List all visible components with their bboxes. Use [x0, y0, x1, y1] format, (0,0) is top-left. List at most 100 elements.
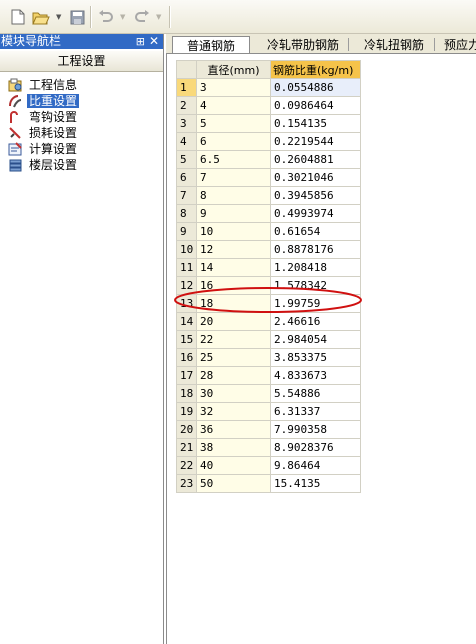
chevron-down-icon[interactable]: ▼ [156, 13, 161, 21]
table-row[interactable]: 17 28 4.833673 [176, 366, 361, 385]
diameter-cell[interactable]: 36 [196, 420, 271, 439]
diameter-cell[interactable]: 10 [196, 222, 271, 241]
diameter-cell[interactable]: 22 [196, 330, 271, 349]
weight-cell[interactable]: 0.3021046 [270, 168, 361, 187]
redo-icon[interactable] [133, 8, 151, 26]
weight-cell[interactable]: 8.9028376 [270, 438, 361, 457]
row-number-cell: 9 [176, 222, 197, 241]
weight-cell[interactable]: 0.2604881 [270, 150, 361, 169]
table-row[interactable]: 6 7 0.3021046 [176, 168, 361, 187]
diameter-cell[interactable]: 14 [196, 258, 271, 277]
diameter-column-header[interactable]: 直径(mm) [196, 60, 271, 79]
diameter-cell[interactable]: 8 [196, 186, 271, 205]
table-row[interactable]: 13 18 1.99759 [176, 294, 361, 313]
open-folder-icon[interactable] [32, 8, 50, 26]
weight-cell[interactable]: 2.984054 [270, 330, 361, 349]
weight-cell[interactable]: 1.578342 [270, 276, 361, 295]
table-row[interactable]: 21 38 8.9028376 [176, 438, 361, 457]
table-row[interactable]: 18 30 5.54886 [176, 384, 361, 403]
diameter-cell[interactable]: 20 [196, 312, 271, 331]
table-row[interactable]: 11 14 1.208418 [176, 258, 361, 277]
nav-item-hook-setting[interactable]: 弯钩设置 [0, 109, 163, 125]
diameter-cell[interactable]: 28 [196, 366, 271, 385]
nav-item-weight-setting[interactable]: 比重设置 [0, 93, 163, 109]
row-number-cell: 20 [176, 420, 197, 439]
diameter-cell[interactable]: 5 [196, 114, 271, 133]
nav-item-loss-setting[interactable]: 损耗设置 [0, 125, 163, 141]
row-number-cell: 1 [176, 78, 197, 97]
weight-cell[interactable]: 1.99759 [270, 294, 361, 313]
weight-cell[interactable]: 0.2219544 [270, 132, 361, 151]
weight-cell[interactable]: 1.208418 [270, 258, 361, 277]
weight-cell[interactable]: 0.3945856 [270, 186, 361, 205]
diameter-cell[interactable]: 18 [196, 294, 271, 313]
undo-icon[interactable] [97, 8, 115, 26]
table-row[interactable]: 23 50 15.4135 [176, 474, 361, 493]
rebar-weight-panel: 直径(mm) 钢筋比重(kg/m) 1 3 0.0554886 2 4 0.0986464… [166, 54, 476, 644]
floor-setting-icon [8, 158, 23, 172]
new-file-icon[interactable] [9, 8, 27, 26]
nav-item-calc-setting[interactable]: 计算设置 [0, 141, 163, 157]
weight-cell[interactable]: 6.31337 [270, 402, 361, 421]
table-row[interactable]: 10 12 0.8878176 [176, 240, 361, 259]
diameter-cell[interactable]: 7 [196, 168, 271, 187]
diameter-cell[interactable]: 16 [196, 276, 271, 295]
save-icon[interactable] [68, 8, 86, 26]
weight-cell[interactable]: 5.54886 [270, 384, 361, 403]
weight-column-header[interactable]: 钢筋比重(kg/m) [270, 60, 361, 79]
tab-cold-rolled-twisted[interactable]: 冷轧扭钢筋 [354, 36, 434, 53]
table-row[interactable]: 15 22 2.984054 [176, 330, 361, 349]
table-row[interactable]: 19 32 6.31337 [176, 402, 361, 421]
diameter-cell[interactable]: 38 [196, 438, 271, 457]
diameter-cell[interactable]: 30 [196, 384, 271, 403]
weight-cell[interactable]: 7.990358 [270, 420, 361, 439]
table-row[interactable]: 2 4 0.0986464 [176, 96, 361, 115]
table-row[interactable]: 8 9 0.4993974 [176, 204, 361, 223]
weight-cell[interactable]: 0.61654 [270, 222, 361, 241]
weight-cell[interactable]: 0.4993974 [270, 204, 361, 223]
diameter-cell[interactable]: 25 [196, 348, 271, 367]
diameter-cell[interactable]: 4 [196, 96, 271, 115]
tab-prestressed[interactable]: 预应力 [440, 36, 476, 53]
tab-ordinary-rebar[interactable]: 普通钢筋 [172, 36, 250, 53]
table-row[interactable]: 7 8 0.3945856 [176, 186, 361, 205]
chevron-down-icon[interactable]: ▼ [56, 13, 61, 21]
calc-setting-icon [8, 142, 23, 156]
chevron-down-icon[interactable]: ▼ [120, 13, 125, 21]
table-row[interactable]: 5 6.5 0.2604881 [176, 150, 361, 169]
table-row[interactable]: 4 6 0.2219544 [176, 132, 361, 151]
table-row[interactable]: 12 16 1.578342 [176, 276, 361, 295]
diameter-cell[interactable]: 3 [196, 78, 271, 97]
weight-cell[interactable]: 0.0986464 [270, 96, 361, 115]
tab-cold-rolled-ribbed[interactable]: 冷轧带肋钢筋 [258, 36, 348, 53]
diameter-cell[interactable]: 6.5 [196, 150, 271, 169]
table-row[interactable]: 3 5 0.154135 [176, 114, 361, 133]
nav-section-project-settings[interactable]: 工程设置 [0, 51, 163, 72]
table-row[interactable]: 20 36 7.990358 [176, 420, 361, 439]
table-row[interactable]: 14 20 2.46616 [176, 312, 361, 331]
weight-cell[interactable]: 0.8878176 [270, 240, 361, 259]
diameter-cell[interactable]: 6 [196, 132, 271, 151]
nav-item-floor-setting[interactable]: 楼层设置 [0, 157, 163, 173]
diameter-cell[interactable]: 40 [196, 456, 271, 475]
tab-separator [348, 38, 349, 51]
table-row[interactable]: 9 10 0.61654 [176, 222, 361, 241]
table-row[interactable]: 22 40 9.86464 [176, 456, 361, 475]
diameter-cell[interactable]: 50 [196, 474, 271, 493]
weight-cell[interactable]: 4.833673 [270, 366, 361, 385]
diameter-cell[interactable]: 9 [196, 204, 271, 223]
weight-cell[interactable]: 0.0554886 [270, 78, 361, 97]
weight-cell[interactable]: 15.4135 [270, 474, 361, 493]
row-number-header [176, 60, 197, 79]
table-row[interactable]: 16 25 3.853375 [176, 348, 361, 367]
weight-cell[interactable]: 9.86464 [270, 456, 361, 475]
pin-icon[interactable]: ⊞ [136, 34, 145, 49]
weight-cell[interactable]: 3.853375 [270, 348, 361, 367]
weight-cell[interactable]: 0.154135 [270, 114, 361, 133]
close-icon[interactable]: ✕ [149, 34, 159, 49]
diameter-cell[interactable]: 12 [196, 240, 271, 259]
nav-item-project-info[interactable]: 工程信息 [0, 77, 163, 93]
weight-cell[interactable]: 2.46616 [270, 312, 361, 331]
diameter-cell[interactable]: 32 [196, 402, 271, 421]
table-row[interactable]: 1 3 0.0554886 [176, 78, 361, 97]
